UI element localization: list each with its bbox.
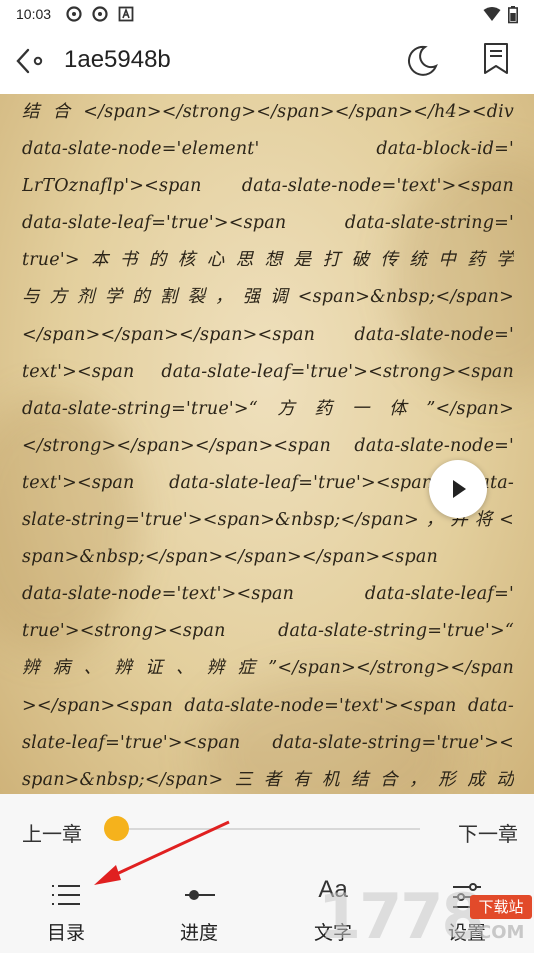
page-line: data-slate-leaf='true'><span data-slate-…	[22, 213, 514, 234]
page-line: true'><strong><span data-slate-string='t…	[22, 621, 514, 642]
progress-icon	[185, 890, 215, 900]
reading-page[interactable]: 结 合 </span></strong></span></span></h4><…	[0, 94, 534, 794]
page-line: slate-leaf='true'><span data-slate-strin…	[22, 732, 514, 753]
app-icon-1	[66, 6, 82, 22]
page-line: data-slate-node='element' data-block-id=…	[22, 139, 514, 160]
page-line: 与方剂学的割裂，强调<span>&nbsp;</span>	[22, 287, 514, 308]
list-icon	[52, 885, 80, 905]
page-text: 结 合 </span></strong></span></span></h4><…	[22, 94, 514, 794]
page-line: data-slate-string='true'>“方药一体”</span>	[22, 398, 514, 419]
back-arrow-icon[interactable]	[14, 46, 46, 76]
battery-icon	[508, 6, 518, 24]
prev-chapter-button[interactable]: 上一章	[22, 818, 82, 847]
chapter-progress-slider[interactable]	[116, 828, 420, 830]
tab-catalog-label: 目录	[46, 923, 85, 944]
page-line: span>&nbsp;</span>三者有机结合，形成动	[22, 769, 514, 790]
book-title: 1ae5948b	[64, 46, 171, 73]
page-line: true'>本书的核心思想是打破传统中药学	[22, 250, 514, 271]
a-icon	[118, 6, 134, 22]
app-icon-2	[92, 6, 108, 22]
watermark-text: 1778	[318, 880, 485, 953]
slider-thumb[interactable]	[104, 816, 129, 841]
tab-progress-label: 进度	[179, 923, 218, 944]
page-line: span>&nbsp;</span></span></span><span	[22, 547, 438, 568]
play-icon	[453, 480, 466, 498]
status-bar: 10:03	[0, 0, 534, 28]
page-line: data-slate-node='text'><span data-slate-…	[22, 584, 514, 605]
watermark-badge: 下载站	[470, 895, 532, 919]
next-chapter-button[interactable]: 下一章	[458, 818, 518, 847]
play-button[interactable]	[429, 460, 487, 518]
status-time: 10:03	[16, 6, 52, 22]
page-line: text'><span data-slate-leaf='true'><stro…	[22, 361, 514, 382]
page-line: LrTOznaflp'><span data-slate-node='text'…	[22, 176, 514, 197]
page-line: ></span><span data-slate-node='text'><sp…	[22, 695, 514, 716]
page-line: 结 合 </span></strong></span></span></h4><…	[22, 102, 514, 122]
bookmark-icon[interactable]	[482, 42, 510, 76]
tab-progress[interactable]: 进度	[159, 880, 239, 944]
page-line: </span></span></span><span data-slate-no…	[22, 324, 514, 345]
page-line: 辨病、辨证、辨症”</span></strong></span	[22, 658, 514, 679]
wifi-icon	[483, 6, 501, 22]
tab-catalog[interactable]: 目录	[26, 880, 106, 944]
moon-icon[interactable]	[405, 44, 439, 78]
watermark-suffix: COM	[478, 922, 525, 943]
reader-header: 1ae5948b	[0, 28, 534, 94]
